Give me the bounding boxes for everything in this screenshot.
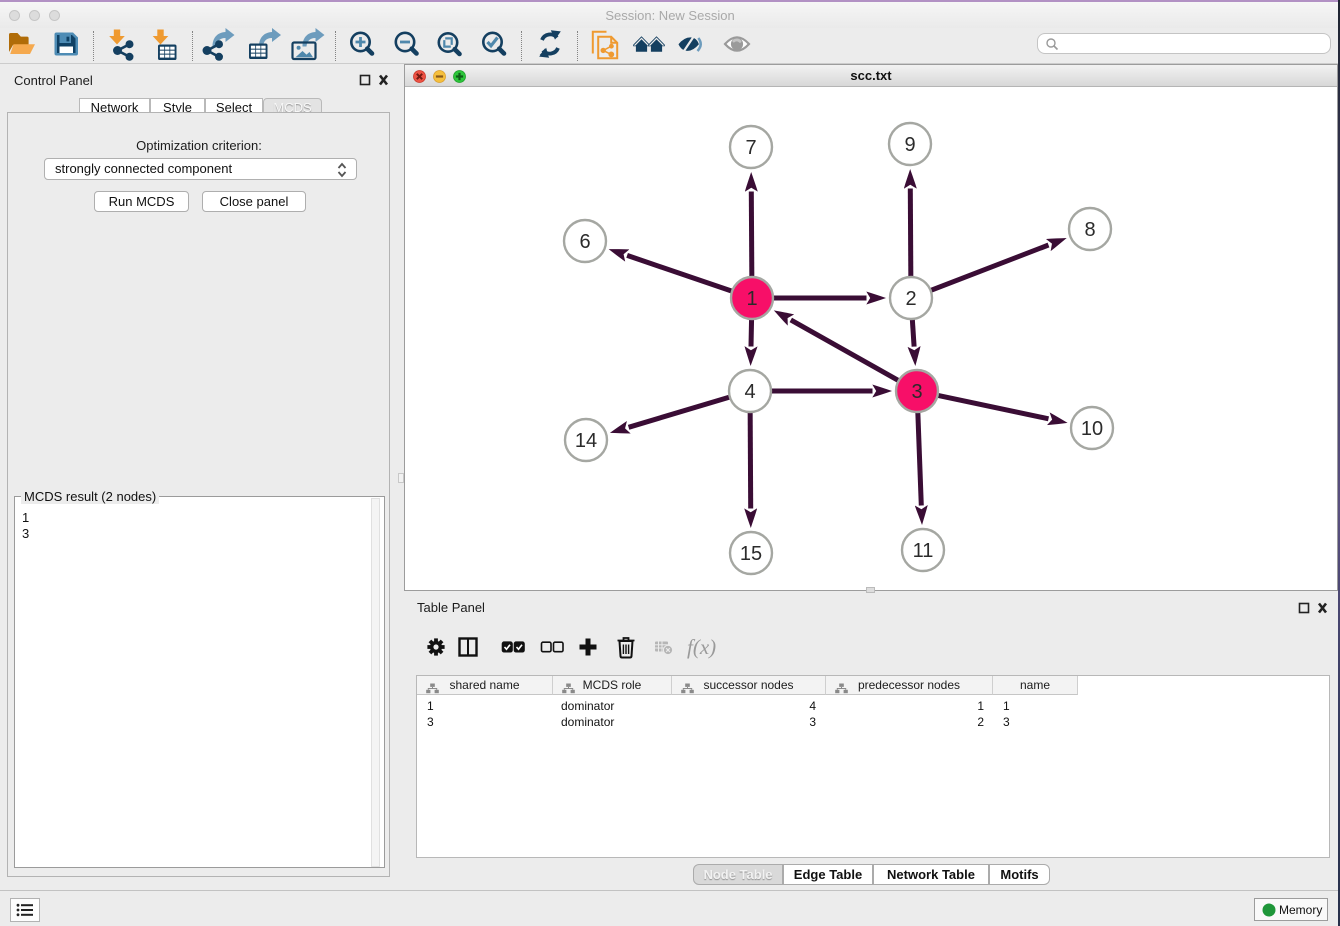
svg-text:3: 3 — [911, 381, 922, 403]
svg-text:2: 2 — [905, 288, 916, 310]
svg-text:10: 10 — [1081, 418, 1103, 440]
svg-text:9: 9 — [904, 134, 915, 156]
svg-text:4: 4 — [744, 381, 755, 403]
svg-text:15: 15 — [740, 543, 762, 565]
svg-text:1: 1 — [746, 288, 757, 310]
svg-text:11: 11 — [913, 540, 934, 562]
svg-text:f(x): f(x) — [687, 635, 716, 659]
svg-text:7: 7 — [745, 137, 756, 159]
svg-text:6: 6 — [579, 231, 590, 253]
svg-text:8: 8 — [1084, 219, 1095, 241]
svg-text:14: 14 — [575, 430, 597, 452]
